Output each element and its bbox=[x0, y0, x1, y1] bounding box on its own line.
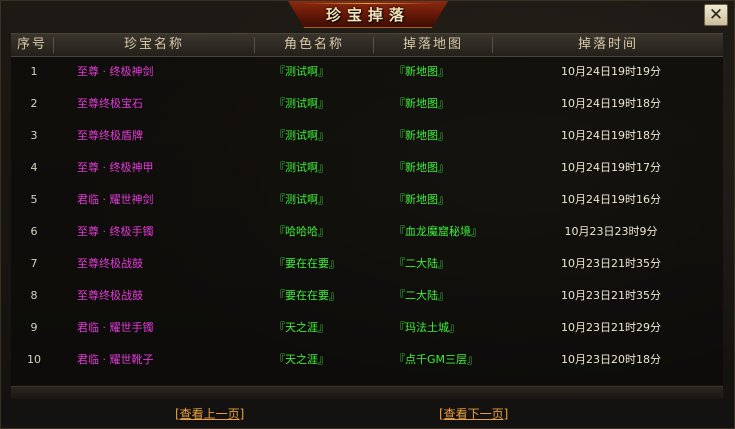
table-row: 10 君临 · 耀世靴子 『天之涯』 『点千GM三层』 10月23日20时18分 bbox=[11, 344, 723, 376]
table-row: 3 至尊终极盾牌 『测试啊』 『新地图』 10月24日19时18分 bbox=[11, 120, 723, 152]
header-map: 掉落地图 bbox=[402, 37, 463, 52]
drop-table: 序号 珍宝名称 角色名称 掉落地图 掉落时间 1 至尊 · 终极神剑 『测试啊』 『新… bbox=[11, 33, 723, 385]
row-role-name: 『天之涯』 bbox=[274, 353, 329, 366]
row-role-name: 『要在在要』 bbox=[274, 289, 340, 302]
header-role: 角色名称 bbox=[283, 37, 344, 52]
row-role-name: 『哈哈哈』 bbox=[274, 225, 329, 238]
table-row: 4 至尊 · 终极神甲 『测试啊』 『新地图』 10月24日19时17分 bbox=[11, 152, 723, 184]
row-map-name: 『新地图』 bbox=[394, 65, 449, 78]
row-index: 6 bbox=[30, 225, 38, 238]
row-drop-time: 10月23日21时29分 bbox=[561, 321, 661, 334]
row-role-name: 『测试啊』 bbox=[274, 97, 329, 110]
row-role-name: 『测试啊』 bbox=[274, 193, 329, 206]
row-item-name: 君临 · 耀世靴子 bbox=[77, 353, 154, 366]
table-header: 序号 珍宝名称 角色名称 掉落地图 掉落时间 bbox=[11, 33, 723, 57]
row-item-name: 至尊 · 终极神甲 bbox=[77, 161, 154, 174]
row-item-name: 至尊 · 终极手镯 bbox=[77, 225, 154, 238]
row-index: 8 bbox=[30, 289, 38, 302]
close-icon: ✕ bbox=[708, 5, 724, 25]
table-row: 7 至尊终极战鼓 『要在在要』 『二大陆』 10月23日21时35分 bbox=[11, 248, 723, 280]
table-footer-bar bbox=[11, 386, 723, 399]
row-item-name: 至尊终极盾牌 bbox=[77, 129, 143, 142]
row-index: 3 bbox=[30, 129, 38, 142]
window-title: 珍宝掉落 bbox=[325, 6, 410, 24]
row-role-name: 『天之涯』 bbox=[274, 321, 329, 334]
table-row: 6 至尊 · 终极手镯 『哈哈哈』 『血龙魔窟秘境』 10月23日23时9分 bbox=[11, 216, 723, 248]
row-item-name: 至尊 · 终极神剑 bbox=[77, 65, 154, 78]
header-time: 掉落时间 bbox=[577, 37, 638, 52]
row-map-name: 『新地图』 bbox=[394, 129, 449, 142]
prev-page-link[interactable]: [查看上一页] bbox=[175, 405, 244, 422]
row-map-name: 『二大陆』 bbox=[394, 289, 449, 302]
table-row: 8 至尊终极战鼓 『要在在要』 『二大陆』 10月23日21时35分 bbox=[11, 280, 723, 312]
title-banner: 珍宝掉落 bbox=[288, 1, 448, 28]
row-drop-time: 10月23日21时35分 bbox=[561, 289, 661, 302]
row-role-name: 『要在在要』 bbox=[274, 257, 340, 270]
row-map-name: 『血龙魔窟秘境』 bbox=[394, 225, 482, 238]
row-drop-time: 10月23日20时18分 bbox=[561, 353, 661, 366]
row-drop-time: 10月24日19时19分 bbox=[561, 65, 661, 78]
row-drop-time: 10月24日19时16分 bbox=[561, 193, 661, 206]
row-item-name: 君临 · 耀世手镯 bbox=[77, 321, 154, 334]
row-index: 1 bbox=[30, 65, 38, 78]
table-row: 5 君临 · 耀世神剑 『测试啊』 『新地图』 10月24日19时16分 bbox=[11, 184, 723, 216]
row-role-name: 『测试啊』 bbox=[274, 129, 329, 142]
row-map-name: 『玛法土城』 bbox=[394, 321, 460, 334]
row-map-name: 『新地图』 bbox=[394, 97, 449, 110]
row-item-name: 至尊终极宝石 bbox=[77, 97, 143, 110]
row-role-name: 『测试啊』 bbox=[274, 65, 329, 78]
row-role-name: 『测试啊』 bbox=[274, 161, 329, 174]
row-drop-time: 10月24日19时18分 bbox=[561, 97, 661, 110]
row-index: 2 bbox=[30, 97, 38, 110]
row-index: 10 bbox=[27, 353, 41, 366]
close-button[interactable]: ✕ bbox=[704, 4, 728, 26]
next-page-link[interactable]: [查看下一页] bbox=[439, 405, 508, 422]
row-drop-time: 10月23日23时9分 bbox=[564, 225, 658, 238]
header-index: 序号 bbox=[16, 37, 47, 52]
row-map-name: 『新地图』 bbox=[394, 161, 449, 174]
row-item-name: 君临 · 耀世神剑 bbox=[77, 193, 154, 206]
row-item-name: 至尊终极战鼓 bbox=[77, 257, 143, 270]
row-index: 5 bbox=[30, 193, 38, 206]
row-item-name: 至尊终极战鼓 bbox=[77, 289, 143, 302]
row-map-name: 『新地图』 bbox=[394, 193, 449, 206]
row-index: 9 bbox=[30, 321, 38, 334]
row-drop-time: 10月24日19时18分 bbox=[561, 129, 661, 142]
table-row: 9 君临 · 耀世手镯 『天之涯』 『玛法土城』 10月23日21时29分 bbox=[11, 312, 723, 344]
row-map-name: 『二大陆』 bbox=[394, 257, 449, 270]
table-row: 2 至尊终极宝石 『测试啊』 『新地图』 10月24日19时18分 bbox=[11, 88, 723, 120]
row-map-name: 『点千GM三层』 bbox=[394, 353, 479, 366]
treasure-drop-window: 珍宝掉落 ✕ 序号 珍宝名称 角色名称 掉落地图 掉落时间 1 至尊 · 终极神剑… bbox=[0, 0, 735, 429]
row-drop-time: 10月24日19时17分 bbox=[561, 161, 661, 174]
row-index: 7 bbox=[30, 257, 38, 270]
row-drop-time: 10月23日21时35分 bbox=[561, 257, 661, 270]
row-index: 4 bbox=[30, 161, 38, 174]
table-row: 1 至尊 · 终极神剑 『测试啊』 『新地图』 10月24日19时19分 bbox=[11, 56, 723, 88]
header-item: 珍宝名称 bbox=[123, 37, 184, 52]
